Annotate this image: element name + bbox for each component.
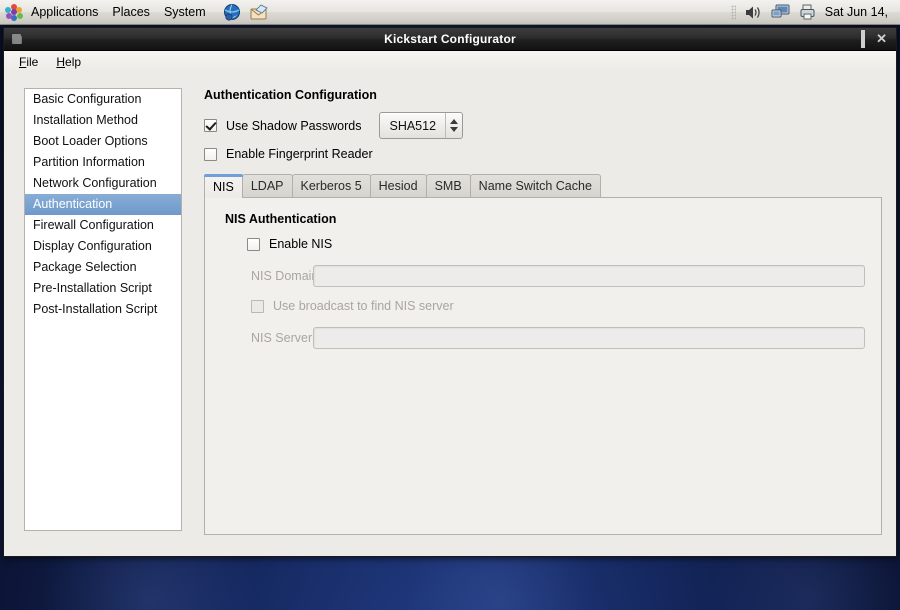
enable-nis-checkbox[interactable] (247, 238, 260, 251)
sidebar-item-partition-information[interactable]: Partition Information (25, 152, 181, 173)
chevron-up-icon[interactable] (450, 119, 458, 124)
panel-clock[interactable]: Sat Jun 14, (825, 5, 894, 19)
sidebar-item-pre-installation-script[interactable]: Pre-Installation Script (25, 278, 181, 299)
spin-arrows[interactable] (446, 119, 462, 132)
gnome-top-panel: Applications Places System (0, 0, 900, 25)
page-title: Authentication Configuration (204, 88, 882, 102)
panel-menu-system[interactable]: System (157, 2, 213, 22)
tray-drag-handle[interactable] (731, 5, 736, 20)
tab-ldap[interactable]: LDAP (242, 174, 293, 197)
enable-fingerprint-reader-label: Enable Fingerprint Reader (226, 147, 373, 161)
nis-server-input[interactable] (313, 327, 865, 349)
hash-algorithm-value: SHA512 (380, 119, 445, 133)
sidebar-item-basic-configuration[interactable]: Basic Configuration (25, 89, 181, 110)
configuration-sections-list[interactable]: Basic Configuration Installation Method … (24, 88, 182, 531)
email-client-icon[interactable] (249, 3, 269, 22)
window-content: Basic Configuration Installation Method … (4, 73, 896, 556)
enable-nis-label: Enable NIS (269, 237, 332, 251)
sidebar-item-firewall-configuration[interactable]: Firewall Configuration (25, 215, 181, 236)
nis-domain-input[interactable] (313, 265, 865, 287)
nis-group-title: NIS Authentication (225, 212, 865, 226)
enable-fingerprint-reader-checkbox[interactable] (204, 148, 217, 161)
hash-algorithm-spinbutton[interactable]: SHA512 (379, 112, 463, 139)
nis-domain-row: NIS Domain: (221, 265, 865, 287)
use-shadow-passwords-label: Use Shadow Passwords (226, 119, 361, 133)
authentication-pane: Authentication Configuration Use Shadow … (204, 88, 882, 542)
network-icon[interactable] (771, 4, 790, 20)
panel-menu-applications[interactable]: Applications (24, 2, 105, 22)
use-shadow-passwords-checkbox[interactable] (204, 119, 217, 132)
kickstart-app-icon (10, 32, 24, 46)
panel-status-tray: Sat Jun 14, (731, 4, 900, 20)
window-titlebar[interactable]: Kickstart Configurator ✕ (4, 28, 896, 51)
panel-menu-places[interactable]: Places (105, 2, 157, 22)
sidebar-item-installation-method[interactable]: Installation Method (25, 110, 181, 131)
nis-tab-panel: NIS Authentication Enable NIS NIS Domain… (204, 197, 882, 535)
tab-kerberos-5[interactable]: Kerberos 5 (292, 174, 371, 197)
volume-icon[interactable] (745, 5, 762, 20)
authentication-notebook: NIS LDAP Kerberos 5 Hesiod SMB Name Swit… (204, 174, 882, 535)
sidebar-item-package-selection[interactable]: Package Selection (25, 257, 181, 278)
nis-server-label: NIS Server: (221, 331, 313, 345)
nis-server-row: NIS Server: (221, 327, 865, 349)
sidebar-item-network-configuration[interactable]: Network Configuration (25, 173, 181, 194)
fingerprint-reader-row: Enable Fingerprint Reader (204, 147, 882, 161)
nis-domain-label: NIS Domain: (221, 269, 313, 283)
use-broadcast-checkbox[interactable] (251, 300, 264, 313)
tab-hesiod[interactable]: Hesiod (370, 174, 427, 197)
kickstart-configurator-window: Kickstart Configurator ✕ File Help Basic… (3, 27, 897, 557)
enable-nis-row: Enable NIS (247, 237, 865, 251)
tab-name-switch-cache[interactable]: Name Switch Cache (470, 174, 601, 197)
window-menubar: File Help (4, 51, 896, 74)
printer-icon[interactable] (799, 4, 816, 20)
close-button[interactable]: ✕ (876, 33, 887, 45)
sidebar-item-authentication[interactable]: Authentication (25, 194, 181, 215)
kickstart-app-glyph (10, 32, 24, 46)
web-browser-glyph (222, 3, 242, 22)
tab-smb[interactable]: SMB (426, 174, 471, 197)
notebook-tab-strip: NIS LDAP Kerberos 5 Hesiod SMB Name Swit… (204, 174, 882, 197)
email-envelope-glyph (249, 3, 269, 22)
use-broadcast-label: Use broadcast to find NIS server (273, 299, 454, 313)
sidebar-item-post-installation-script[interactable]: Post-Installation Script (25, 299, 181, 320)
web-browser-icon[interactable] (222, 3, 242, 22)
window-title: Kickstart Configurator (4, 32, 896, 46)
menu-file[interactable]: File (10, 52, 47, 72)
sidebar-item-display-configuration[interactable]: Display Configuration (25, 236, 181, 257)
maximize-button[interactable] (861, 33, 865, 45)
menu-help[interactable]: Help (47, 52, 90, 72)
panel-launchers (222, 3, 269, 22)
nis-broadcast-row: Use broadcast to find NIS server (251, 299, 865, 313)
chevron-down-icon[interactable] (450, 127, 458, 132)
fedora-apps-icon[interactable] (4, 4, 24, 21)
window-controls: ✕ (850, 33, 896, 45)
shadow-passwords-row: Use Shadow Passwords SHA512 (204, 112, 882, 139)
sidebar-item-boot-loader-options[interactable]: Boot Loader Options (25, 131, 181, 152)
tab-nis[interactable]: NIS (204, 174, 243, 198)
